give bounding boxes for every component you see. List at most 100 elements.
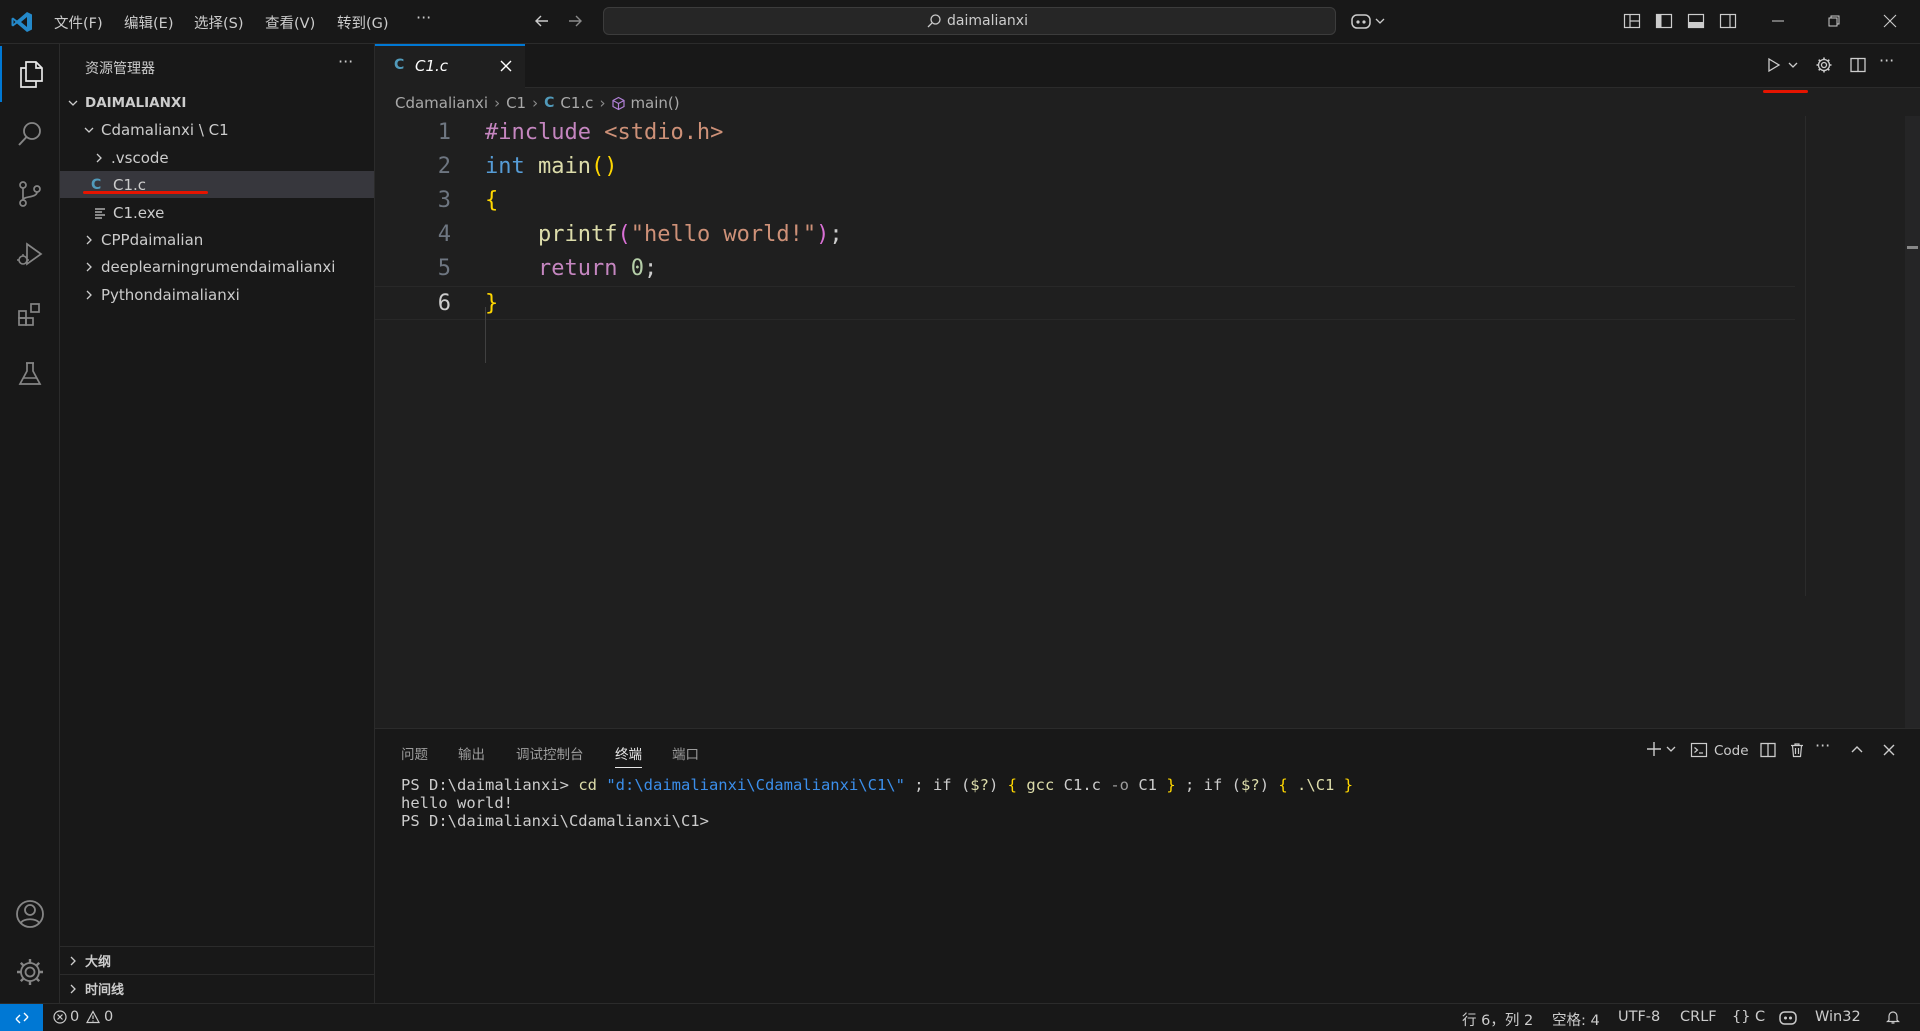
menu-more[interactable]: ··· bbox=[416, 8, 431, 27]
terminal-token: gcc bbox=[1026, 776, 1055, 794]
code-line[interactable]: 1 #include <stdio.h> bbox=[375, 116, 1795, 150]
panel-tab-problems[interactable]: 问题 bbox=[401, 743, 428, 763]
tree-item-folder[interactable]: CPPdaimalian bbox=[60, 226, 374, 253]
workspace-folder[interactable]: DAIMALIANXI bbox=[60, 89, 374, 116]
tree-item-folder[interactable]: Cdamalianxi \ C1 bbox=[60, 116, 374, 143]
tree-item-label: Cdamalianxi \ C1 bbox=[101, 120, 229, 139]
remote-indicator[interactable] bbox=[0, 1004, 43, 1031]
account-icon[interactable] bbox=[0, 886, 59, 942]
close-panel-icon[interactable] bbox=[1881, 742, 1897, 758]
split-editor-icon[interactable] bbox=[1849, 56, 1867, 74]
language-mode[interactable]: {} C bbox=[1732, 1009, 1765, 1025]
tree-item-folder[interactable]: deeplearningrumendaimalianxi bbox=[60, 253, 374, 280]
code-editor[interactable]: 1 #include <stdio.h> 2 int main() 3{4 printf… bbox=[375, 116, 1920, 728]
run-code-icon[interactable] bbox=[1766, 57, 1782, 73]
breadcrumb-item[interactable]: C1.c bbox=[560, 94, 593, 112]
toggle-primary-sidebar-icon[interactable] bbox=[1655, 12, 1673, 30]
close-window-icon[interactable] bbox=[1882, 13, 1898, 29]
menu-edit[interactable]: 编辑(E) bbox=[124, 12, 173, 33]
breadcrumb-separator-icon: › bbox=[532, 94, 539, 112]
code-line[interactable]: 2 int main() bbox=[375, 150, 1795, 184]
warning-count[interactable]: 0 bbox=[104, 1009, 113, 1025]
line-number: 4 bbox=[437, 222, 451, 247]
indentation[interactable]: 空格: 4 bbox=[1552, 1009, 1600, 1030]
tree-item-folder[interactable]: Pythondaimalianxi bbox=[60, 281, 374, 308]
testing-icon[interactable] bbox=[0, 346, 59, 402]
settings-gear-icon[interactable] bbox=[0, 944, 59, 1000]
source-control-icon[interactable] bbox=[0, 166, 59, 222]
code-line[interactable]: 3{ bbox=[375, 184, 1795, 218]
split-terminal-icon[interactable] bbox=[1759, 741, 1777, 759]
line-ending[interactable]: CRLF bbox=[1680, 1009, 1717, 1025]
code-line[interactable]: 4 printf("hello world!"); bbox=[375, 218, 1795, 252]
minimize-icon[interactable] bbox=[1770, 13, 1786, 29]
line-number: 5 bbox=[437, 256, 451, 281]
code-line[interactable]: 6} bbox=[375, 286, 1795, 320]
command-center-search[interactable]: daimalianxi bbox=[603, 7, 1336, 35]
customize-layout-icon[interactable] bbox=[1623, 12, 1641, 30]
run-debug-icon[interactable] bbox=[0, 226, 59, 282]
terminal-profile-label[interactable]: Code bbox=[1714, 743, 1749, 759]
toggle-secondary-sidebar-icon[interactable] bbox=[1719, 12, 1737, 30]
error-count[interactable]: 0 bbox=[70, 1009, 79, 1025]
platform[interactable]: Win32 bbox=[1815, 1009, 1861, 1025]
code-line[interactable]: 5 return 0; bbox=[375, 252, 1795, 286]
terminal-token: PS D:\daimalianxi\Cdamalianxi\C1> bbox=[401, 812, 709, 830]
code-token: { bbox=[485, 188, 499, 213]
panel-tab-output[interactable]: 输出 bbox=[458, 743, 485, 763]
kill-terminal-trash-icon[interactable] bbox=[1788, 741, 1806, 759]
copilot-status-icon[interactable] bbox=[1779, 1009, 1797, 1026]
explorer-more-button[interactable]: ··· bbox=[338, 52, 353, 71]
maximize-panel-chevron-up-icon[interactable] bbox=[1849, 742, 1865, 758]
tree-item-file[interactable]: C1.exe bbox=[60, 199, 374, 226]
tab-c1-c[interactable]: C C1.c bbox=[375, 44, 525, 88]
editor-scrollbar[interactable] bbox=[1905, 116, 1920, 728]
menu-file[interactable]: 文件(F) bbox=[54, 12, 103, 33]
chevron-right-icon bbox=[91, 150, 107, 166]
code-token: printf bbox=[537, 222, 618, 247]
breadcrumb-item[interactable]: C1 bbox=[506, 94, 526, 112]
notifications-bell-icon[interactable] bbox=[1885, 1009, 1901, 1025]
new-terminal-plus-icon[interactable] bbox=[1645, 740, 1663, 758]
code-token: <stdio.h> bbox=[604, 120, 724, 145]
file-encoding[interactable]: UTF-8 bbox=[1618, 1009, 1660, 1025]
copilot-icon[interactable] bbox=[1350, 11, 1386, 31]
menu-selection[interactable]: 选择(S) bbox=[194, 12, 244, 33]
editor-settings-gear-icon[interactable] bbox=[1815, 56, 1833, 74]
explorer-icon[interactable] bbox=[0, 46, 59, 102]
tree-item-label: CPPdaimalian bbox=[101, 230, 204, 249]
terminal-line: PS D:\daimalianxi> cd "d:\daimalianxi\Cd… bbox=[401, 776, 1353, 794]
breadcrumb-item[interactable]: Cdamalianxi bbox=[395, 94, 488, 112]
panel-tab-debug-console[interactable]: 调试控制台 bbox=[516, 743, 584, 763]
minimap[interactable] bbox=[1805, 116, 1920, 728]
run-dropdown-chevron-icon[interactable] bbox=[1787, 59, 1799, 71]
search-view-icon[interactable] bbox=[0, 106, 59, 162]
nav-back-icon[interactable] bbox=[533, 12, 551, 30]
tree-item-label: Pythondaimalianxi bbox=[101, 285, 240, 304]
terminal-token: $? bbox=[1241, 776, 1260, 794]
tree-item-folder[interactable]: .vscode bbox=[60, 144, 374, 171]
restore-icon[interactable] bbox=[1826, 13, 1842, 29]
outline-section[interactable]: 大纲 bbox=[60, 946, 374, 974]
cursor-position[interactable]: 行 6，列 2 bbox=[1462, 1009, 1533, 1030]
terminal-token: } bbox=[1343, 776, 1354, 794]
panel-tab-ports[interactable]: 端口 bbox=[672, 743, 699, 763]
terminal-dropdown-chevron-icon[interactable] bbox=[1665, 743, 1677, 755]
timeline-section[interactable]: 时间线 bbox=[60, 974, 374, 1002]
panel-more-actions-button[interactable]: ··· bbox=[1815, 736, 1830, 755]
remote-icon bbox=[15, 1012, 28, 1023]
menu-go[interactable]: 转到(G) bbox=[337, 12, 389, 33]
editor-more-actions-button[interactable]: ··· bbox=[1879, 51, 1894, 70]
breadcrumb-item[interactable]: main() bbox=[630, 94, 679, 112]
chevron-down-icon bbox=[81, 122, 97, 138]
toggle-panel-icon[interactable] bbox=[1687, 12, 1705, 30]
close-tab-icon[interactable] bbox=[499, 59, 513, 73]
menu-view[interactable]: 查看(V) bbox=[265, 12, 315, 33]
terminal-token: { bbox=[1007, 776, 1017, 794]
terminal-token: ( bbox=[951, 776, 971, 794]
extensions-icon[interactable] bbox=[0, 286, 59, 342]
nav-forward-icon[interactable] bbox=[566, 12, 584, 30]
panel-tab-terminal[interactable]: 终端 bbox=[615, 743, 642, 768]
